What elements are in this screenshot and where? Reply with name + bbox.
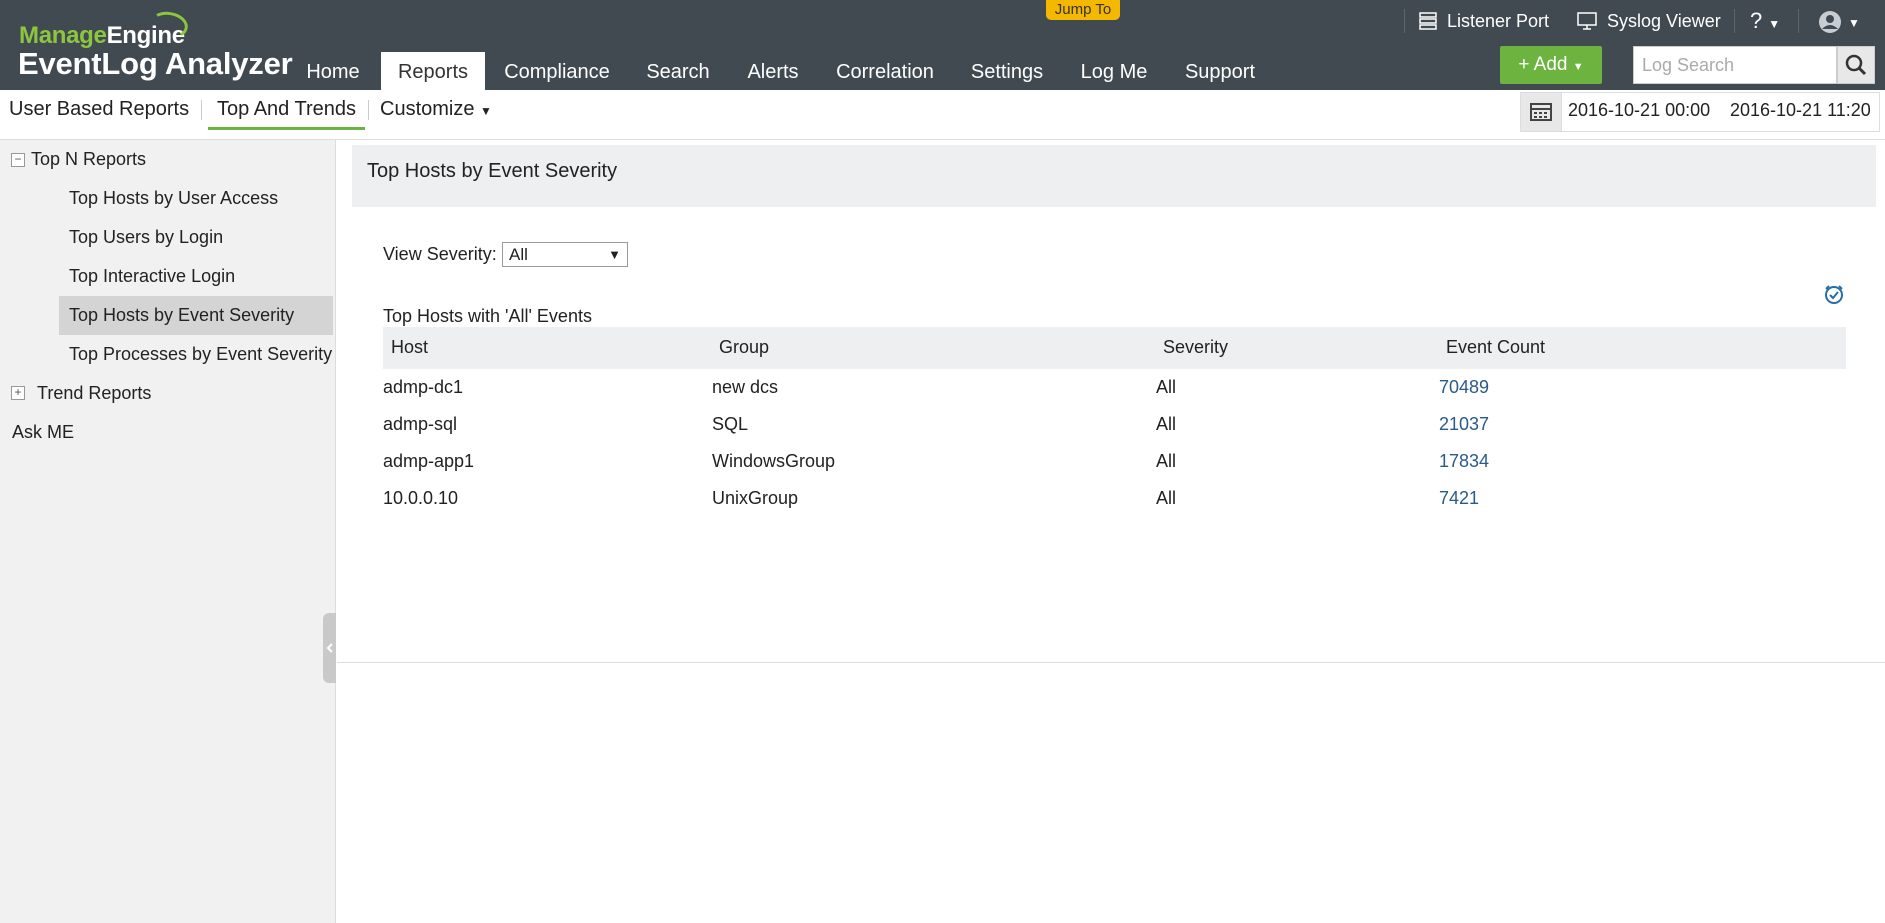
add-button[interactable]: + Add ▼ [1500,46,1602,84]
event-count-link[interactable]: 7421 [1439,488,1479,509]
listener-port-link[interactable]: Listener Port [1447,8,1549,34]
nav-correlation[interactable]: Correlation [827,52,943,90]
product-name: EventLog Analyzer [18,46,293,81]
tab-top-and-trends[interactable]: Top And Trends [208,94,365,130]
sidebar-item-top-hosts-by-event-severity[interactable]: Top Hosts by Event Severity [59,296,333,335]
cell-group: UnixGroup [712,488,799,508]
event-count-link[interactable]: 21037 [1439,414,1489,435]
help-menu[interactable]: ? ▼ [1750,8,1780,34]
chevron-down-icon: ▼ [1848,16,1860,30]
event-count-link[interactable]: 70489 [1439,377,1489,398]
nav-home[interactable]: Home [298,52,368,90]
column-header-severity[interactable]: Severity [1163,337,1228,358]
util-separator [1404,9,1405,33]
table-caption: Top Hosts with 'All' Events [383,306,592,326]
table-header [383,327,1846,369]
util-separator [1734,9,1735,33]
nav-alerts[interactable]: Alerts [738,52,808,90]
customize-menu[interactable]: Customize ▼ [380,94,492,130]
cell-group: SQL [712,414,749,434]
date-to[interactable]: 2016-10-21 11:20 [1730,100,1871,121]
sidebar-item-top-interactive-login[interactable]: Top Interactive Login [69,257,235,296]
chevron-left-icon [326,643,333,653]
nav-compliance[interactable]: Compliance [497,52,617,90]
tab-user-based-reports[interactable]: User Based Reports [9,94,189,130]
clock-icon[interactable] [1823,283,1845,305]
calendar-button[interactable] [1520,92,1562,132]
search-button[interactable] [1837,46,1875,84]
nav-settings[interactable]: Settings [961,52,1053,90]
nav-log-me[interactable]: Log Me [1072,52,1156,90]
nav-reports[interactable]: Reports [381,52,485,90]
event-count-link[interactable]: 17834 [1439,451,1489,472]
sidebar-item-top-users-by-login[interactable]: Top Users by Login [69,218,223,257]
column-header-host[interactable]: Host [391,337,428,358]
date-from[interactable]: 2016-10-21 00:00 [1568,100,1710,121]
panel-collapse-handle[interactable] [323,613,336,683]
tab-separator [368,100,369,120]
search-icon [1845,54,1867,76]
nav-search[interactable]: Search [636,52,720,90]
cell-group: WindowsGroup [712,451,836,471]
util-separator [1798,9,1799,33]
syslog-viewer-link[interactable]: Syslog Viewer [1607,8,1721,34]
view-severity-label: View Severity: [383,244,497,264]
cell-host: admp-dc1 [383,377,464,397]
user-menu[interactable]: ▼ [1818,8,1860,34]
log-search-input[interactable] [1633,46,1837,84]
caret-down-icon: ▼ [480,104,492,118]
chevron-down-icon: ▼ [1572,61,1584,73]
calendar-icon [1530,103,1552,121]
sidebar-item-ask-me[interactable]: Ask ME [12,413,74,452]
jump-to-button[interactable]: Jump To [1046,0,1120,20]
cell-host: admp-sql [383,414,458,434]
expand-toggle-icon[interactable]: + [11,386,25,400]
cell-severity: All [1156,488,1177,508]
severity-select[interactable]: All ▼ [502,242,628,267]
collapse-toggle-icon[interactable]: − [11,153,25,167]
tree-group-trend-reports[interactable]: Trend Reports [37,374,151,413]
sidebar-item-top-hosts-by-user-access[interactable]: Top Hosts by User Access [69,179,278,218]
tab-separator [201,100,202,120]
nav-support[interactable]: Support [1176,52,1264,90]
sidebar-item-top-processes-by-event-severity[interactable]: Top Processes by Event Severity [69,335,332,374]
cell-severity: All [1156,451,1177,471]
cell-host: admp-app1 [383,451,475,471]
user-avatar-icon [1819,11,1841,34]
page-title: Top Hosts by Event Severity [367,160,618,182]
column-header-group[interactable]: Group [719,337,769,358]
chevron-down-icon: ▼ [1768,17,1781,31]
monitor-icon [1577,12,1597,30]
column-header-event-count[interactable]: Event Count [1446,337,1545,358]
cell-severity: All [1156,377,1177,397]
cell-severity: All [1156,414,1177,434]
tree-group-top-n-reports[interactable]: Top N Reports [31,140,146,179]
cell-host: 10.0.0.10 [383,488,459,508]
cell-group: new dcs [712,377,779,397]
server-icon [1419,12,1437,30]
dropdown-arrow-icon: ▼ [608,247,621,262]
report-content [337,140,1885,663]
